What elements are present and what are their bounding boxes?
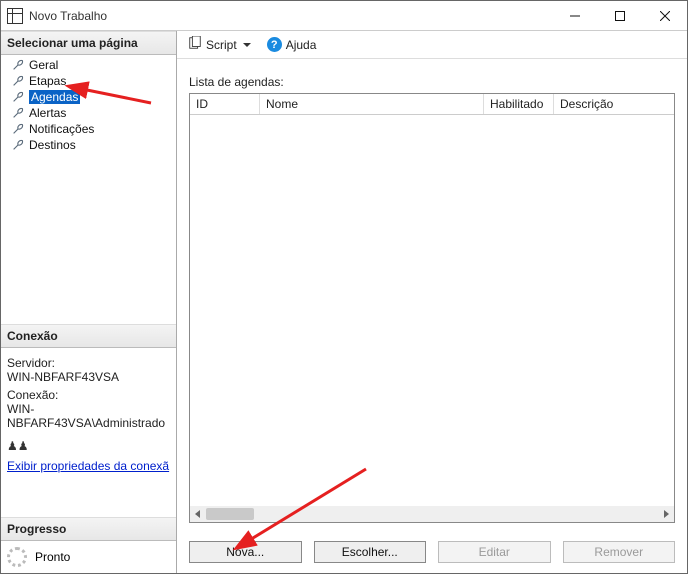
sidebar-item-label: Agendas: [29, 90, 80, 104]
remover-button: Remover: [563, 541, 676, 563]
wrench-icon: [11, 58, 25, 72]
sidebar-item-label: Notificações: [29, 122, 94, 136]
connection-users-icon: ♟♟: [7, 439, 21, 453]
list-caption: Lista de agendas:: [189, 75, 675, 89]
toolbar: Script ? Ajuda: [177, 31, 687, 59]
server-caption: Servidor:: [7, 356, 170, 370]
scroll-thumb[interactable]: [206, 508, 254, 520]
wrench-icon: [11, 90, 25, 104]
scroll-right-icon[interactable]: [658, 506, 674, 522]
wrench-icon: [11, 138, 25, 152]
help-button[interactable]: ? Ajuda: [262, 34, 322, 55]
sidebar-item-notificacoes[interactable]: Notificações: [1, 121, 176, 137]
sidebar-item-alertas[interactable]: Alertas: [1, 105, 176, 121]
col-id[interactable]: ID: [190, 94, 260, 114]
schedule-list: ID Nome Habilitado Descrição: [189, 93, 675, 523]
select-page-header: Selecionar uma página: [1, 31, 176, 55]
list-header: ID Nome Habilitado Descrição: [190, 94, 674, 115]
help-icon: ?: [267, 37, 282, 52]
progress-status: Pronto: [35, 550, 70, 564]
sidebar-item-geral[interactable]: Geral: [1, 57, 176, 73]
app-icon: [7, 8, 23, 24]
col-nome[interactable]: Nome: [260, 94, 484, 114]
scroll-track[interactable]: [206, 506, 658, 522]
conn-value: WIN-NBFARF43VSA\Administrado: [7, 402, 170, 430]
sidebar-item-label: Destinos: [29, 138, 76, 152]
wrench-icon: [11, 74, 25, 88]
sidebar-item-etapas[interactable]: Etapas: [1, 73, 176, 89]
script-button[interactable]: Script: [183, 33, 256, 56]
conn-caption: Conexão:: [7, 388, 170, 402]
script-icon: [188, 36, 202, 53]
editar-button: Editar: [438, 541, 551, 563]
minimize-button[interactable]: [552, 1, 597, 31]
col-descricao[interactable]: Descrição: [554, 94, 674, 114]
main-area: Script ? Ajuda Lista de agendas: ID Nome…: [177, 31, 687, 573]
sidebar-item-destinos[interactable]: Destinos: [1, 137, 176, 153]
progress-spinner-icon: [7, 547, 27, 567]
sidebar-item-agendas[interactable]: Agendas: [1, 89, 176, 105]
connection-header: Conexão: [1, 324, 176, 348]
script-label: Script: [206, 38, 237, 52]
view-connection-properties-link[interactable]: Exibir propriedades da conexã: [7, 459, 169, 473]
wrench-icon: [11, 106, 25, 120]
title-bar: Novo Trabalho: [1, 1, 687, 31]
help-label: Ajuda: [286, 38, 317, 52]
page-tree: Geral Etapas Agendas Alertas Notificaçõe…: [1, 55, 176, 155]
escolher-button[interactable]: Escolher...: [314, 541, 427, 563]
connection-block: Servidor: WIN-NBFARF43VSA Conexão: WIN-N…: [1, 348, 176, 477]
close-button[interactable]: [642, 1, 687, 31]
button-row: Nova... Escolher... Editar Remover: [177, 531, 687, 573]
sidebar: Selecionar uma página Geral Etapas Agend…: [1, 31, 177, 573]
chevron-down-icon: [243, 43, 251, 47]
progress-row: Pronto: [1, 541, 176, 573]
maximize-button[interactable]: [597, 1, 642, 31]
wrench-icon: [11, 122, 25, 136]
sidebar-item-label: Geral: [29, 58, 58, 72]
sidebar-item-label: Etapas: [29, 74, 66, 88]
sidebar-item-label: Alertas: [29, 106, 66, 120]
col-habilitado[interactable]: Habilitado: [484, 94, 554, 114]
window-title: Novo Trabalho: [29, 9, 552, 23]
server-value: WIN-NBFARF43VSA: [7, 370, 170, 384]
scroll-left-icon[interactable]: [190, 506, 206, 522]
horizontal-scrollbar[interactable]: [190, 506, 674, 522]
nova-button[interactable]: Nova...: [189, 541, 302, 563]
list-rows[interactable]: [190, 115, 674, 506]
progress-header: Progresso: [1, 517, 176, 541]
